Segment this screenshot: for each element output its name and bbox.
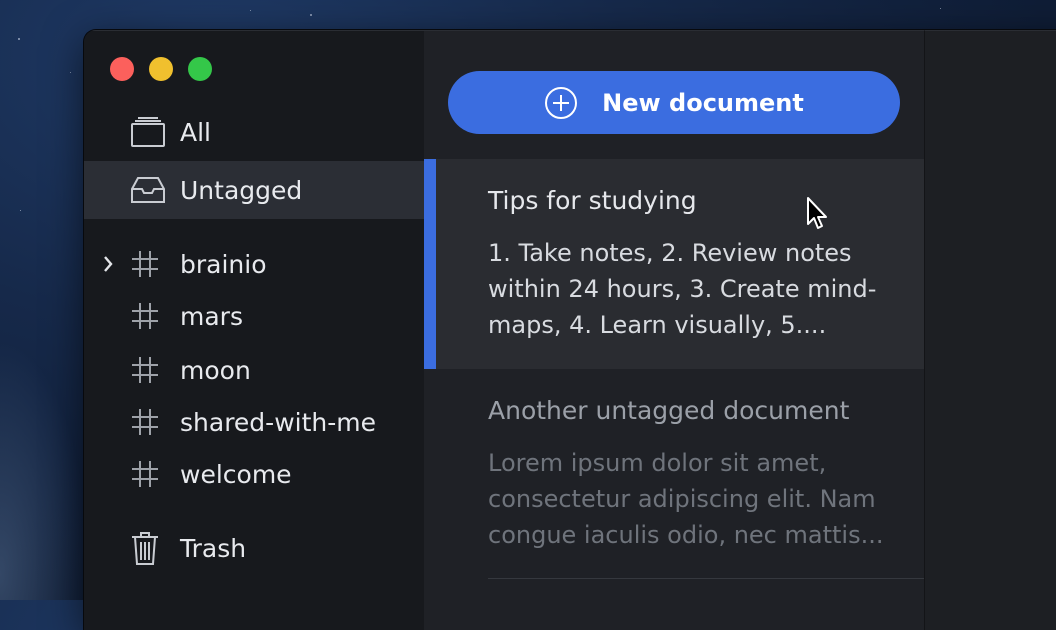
sidebar-item-label: brainio	[180, 249, 267, 279]
close-button[interactable]	[110, 57, 134, 81]
inbox-icon	[130, 175, 166, 205]
document-snippet: 1. Take notes, 2. Review notes within 24…	[488, 239, 877, 339]
document-title: Another untagged document	[488, 396, 850, 425]
document-title: Tips for studying	[488, 186, 697, 215]
document-snippet: Lorem ipsum dolor sit amet, consectetur …	[488, 449, 884, 549]
hash-icon	[130, 249, 160, 279]
document-detail-pane	[925, 30, 1056, 630]
app-window: All Untagged brainio mars moon shared-wi…	[84, 30, 1056, 630]
sidebar-item-label: welcome	[180, 459, 292, 489]
new-document-label: New document	[602, 88, 804, 117]
minimize-button[interactable]	[149, 57, 173, 81]
selection-indicator	[424, 159, 436, 369]
sidebar-item-all[interactable]: All	[84, 103, 424, 161]
new-document-button[interactable]: New document	[448, 71, 900, 134]
sidebar-item-label: Untagged	[180, 175, 303, 205]
sidebar-item-label: mars	[180, 301, 243, 331]
hash-icon	[130, 459, 160, 489]
document-item[interactable]: Another untagged document Lorem ipsum do…	[424, 369, 924, 579]
chevron-right-icon[interactable]	[102, 255, 114, 273]
zoom-button[interactable]	[188, 57, 212, 81]
sidebar-item-label: moon	[180, 355, 251, 385]
sidebar: All Untagged brainio mars moon shared-wi…	[84, 30, 424, 630]
divider	[488, 578, 924, 579]
sidebar-item-trash[interactable]: Trash	[84, 519, 424, 577]
hash-icon	[130, 407, 160, 437]
mouse-pointer-icon	[806, 196, 830, 236]
window-controls	[110, 57, 212, 81]
sidebar-item-tag-shared-with-me[interactable]: shared-with-me	[84, 393, 424, 451]
sidebar-item-tag-welcome[interactable]: welcome	[84, 445, 424, 503]
sidebar-item-label: All	[180, 117, 211, 147]
plus-circle-icon	[544, 86, 578, 120]
document-item-selected[interactable]: Tips for studying 1. Take notes, 2. Revi…	[424, 159, 924, 369]
trash-icon	[130, 530, 160, 566]
sidebar-item-untagged[interactable]: Untagged	[84, 161, 424, 219]
sidebar-item-tag-mars[interactable]: mars	[84, 287, 424, 345]
sidebar-item-tag-brainio[interactable]: brainio	[84, 235, 424, 293]
sidebar-item-tag-moon[interactable]: moon	[84, 341, 424, 399]
tray-stack-icon	[130, 116, 166, 148]
sidebar-item-label: Trash	[180, 533, 247, 563]
hash-icon	[130, 301, 160, 331]
hash-icon	[130, 355, 160, 385]
document-list: New document Tips for studying 1. Take n…	[424, 30, 925, 630]
sidebar-item-label: shared-with-me	[180, 407, 376, 437]
